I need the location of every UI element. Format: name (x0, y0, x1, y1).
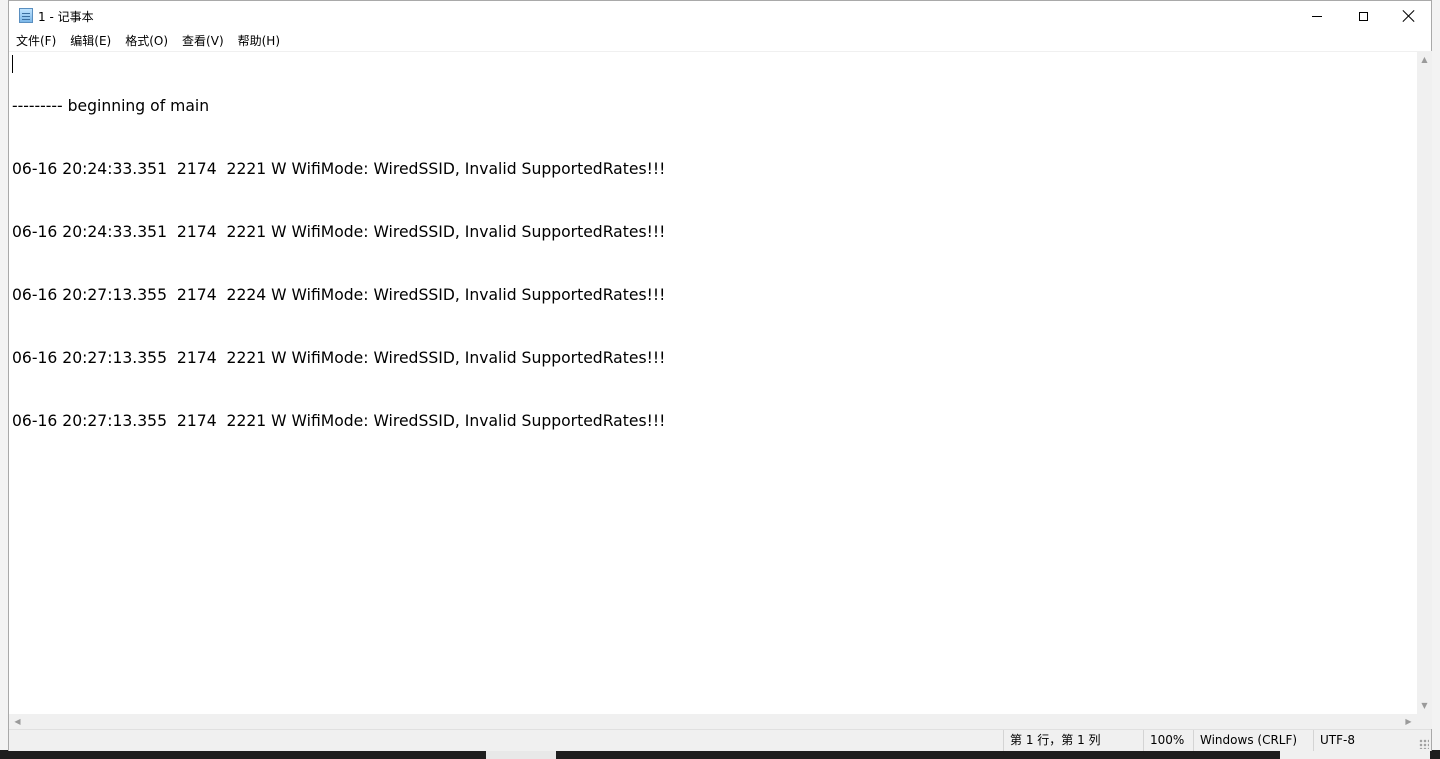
scroll-right-icon[interactable]: ▶ (1400, 714, 1417, 729)
minimize-button[interactable] (1294, 1, 1340, 31)
close-button[interactable] (1386, 1, 1432, 31)
notepad-window: 1 - 记事本 文件(F) 编辑(E) 格式(O) 查看(V) 帮助(H) --… (8, 0, 1432, 751)
text-line: 06-16 20:24:33.351 2174 2221 W WifiMode:… (12, 223, 666, 241)
status-bar: 第 1 行，第 1 列 100% Windows (CRLF) UTF-8 (9, 729, 1431, 751)
cursor-position: 第 1 行，第 1 列 (1003, 730, 1138, 751)
menu-bar: 文件(F) 编辑(E) 格式(O) 查看(V) 帮助(H) (9, 31, 1431, 51)
desktop-background-bottom (0, 750, 1440, 759)
maximize-icon (1358, 11, 1368, 21)
menu-view[interactable]: 查看(V) (175, 31, 231, 51)
title-bar[interactable]: 1 - 记事本 (9, 1, 1431, 31)
text-line: --------- beginning of main (12, 97, 210, 115)
encoding: UTF-8 (1313, 730, 1420, 751)
resize-grip-icon[interactable] (1419, 739, 1429, 749)
text-editor[interactable]: --------- beginning of main 06-16 20:24:… (9, 51, 1417, 714)
text-line: 06-16 20:27:13.355 2174 2224 W WifiMode:… (12, 286, 666, 304)
horizontal-scrollbar[interactable]: ◀ ▶ (9, 714, 1417, 729)
vertical-scrollbar[interactable]: ▲ ▼ (1417, 51, 1432, 714)
text-line: 06-16 20:24:33.351 2174 2221 W WifiMode:… (12, 160, 666, 178)
scroll-down-icon[interactable]: ▼ (1417, 697, 1432, 714)
text-caret (12, 55, 13, 73)
window-title: 1 - 记事本 (38, 10, 94, 24)
desktop-background-right (1432, 0, 1440, 759)
scrollbar-corner (1417, 714, 1432, 729)
desktop-background-left (0, 0, 8, 759)
scroll-left-icon[interactable]: ◀ (9, 714, 26, 729)
menu-help[interactable]: 帮助(H) (231, 31, 287, 51)
text-line: 06-16 20:27:13.355 2174 2221 W WifiMode:… (12, 412, 666, 430)
close-icon (1403, 10, 1415, 22)
text-line: 06-16 20:27:13.355 2174 2221 W WifiMode:… (12, 349, 666, 367)
scroll-up-icon[interactable]: ▲ (1417, 51, 1432, 68)
line-ending: Windows (CRLF) (1193, 730, 1310, 751)
menu-file[interactable]: 文件(F) (9, 31, 63, 51)
maximize-button[interactable] (1340, 1, 1386, 31)
notepad-icon[interactable] (19, 8, 33, 23)
editor-content[interactable]: --------- beginning of main 06-16 20:24:… (12, 54, 665, 474)
zoom-level: 100% (1143, 730, 1194, 751)
menu-format[interactable]: 格式(O) (118, 31, 175, 51)
minimize-icon (1312, 15, 1322, 17)
menu-edit[interactable]: 编辑(E) (63, 31, 118, 51)
